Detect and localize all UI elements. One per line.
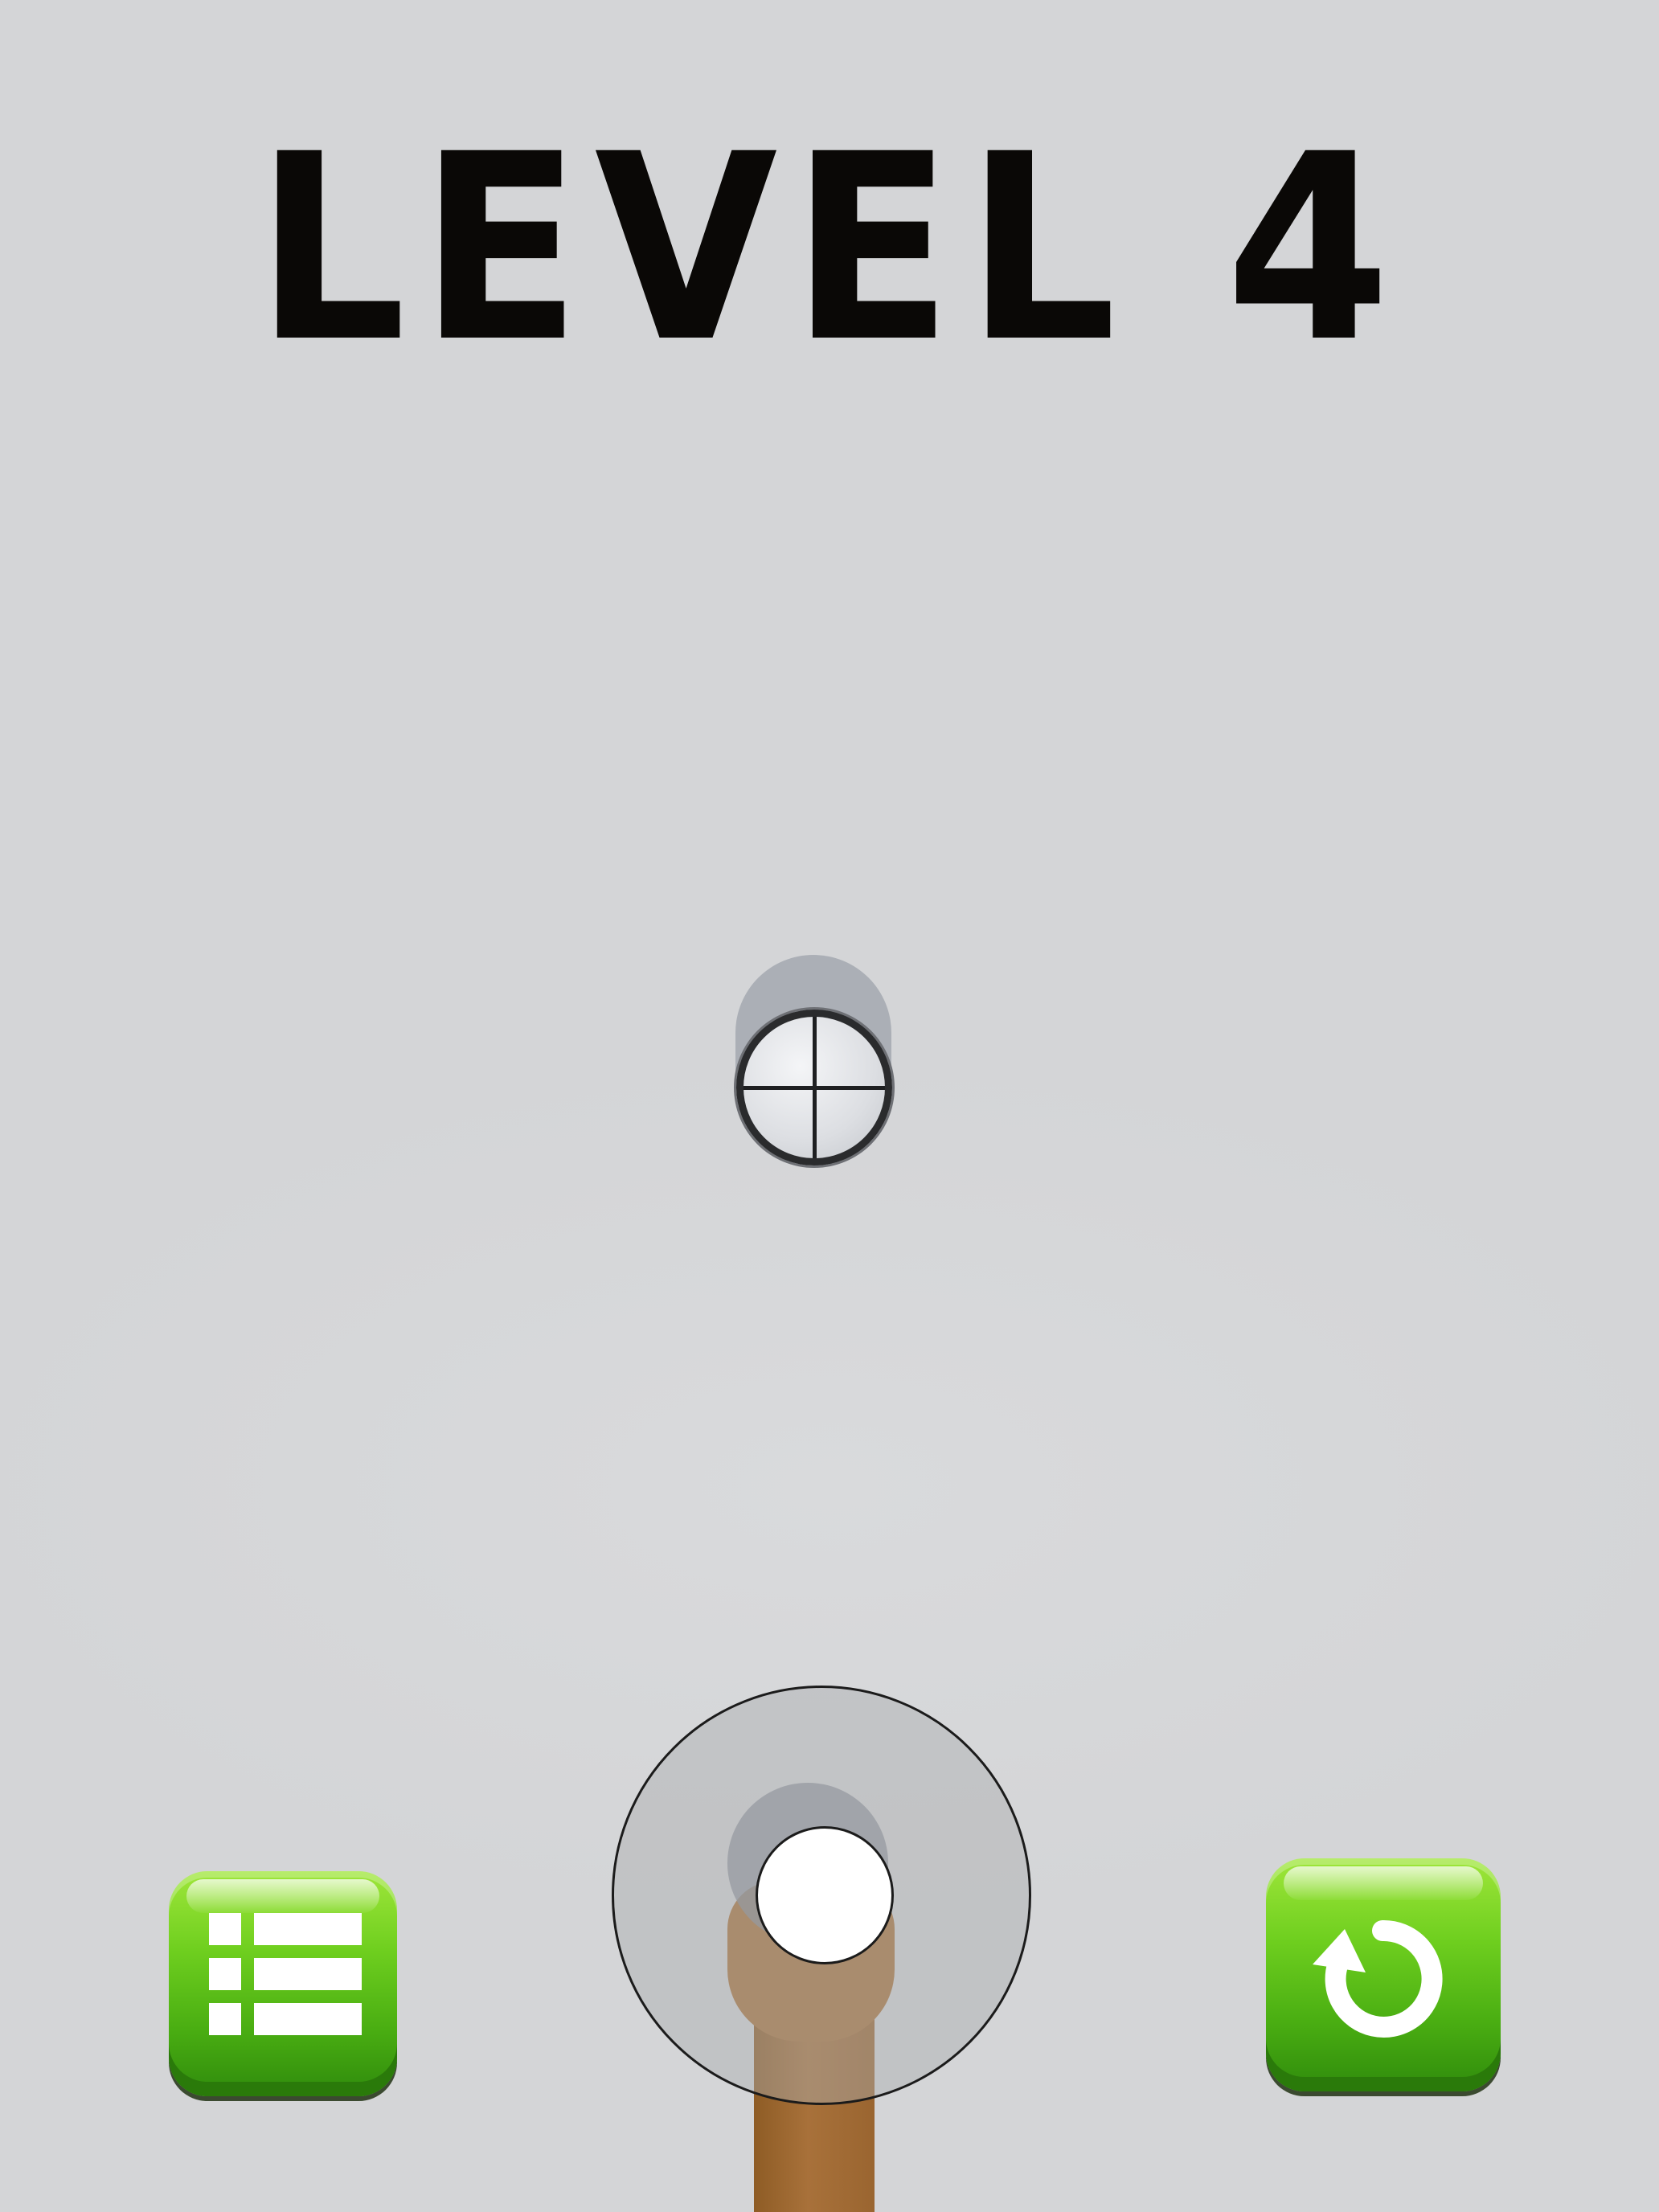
button-gloss xyxy=(1284,1866,1483,1900)
aim-joystick-knob[interactable] xyxy=(756,1826,894,1964)
level-menu-button[interactable] xyxy=(169,1871,397,2096)
restart-icon xyxy=(1313,1919,1443,2038)
restart-button[interactable] xyxy=(1266,1858,1501,2091)
button-gloss xyxy=(186,1879,379,1913)
level-title: LEVEL 4 xyxy=(255,100,1404,399)
crosshair-horizontal-line xyxy=(743,1085,885,1090)
level-list-icon xyxy=(209,1913,362,2035)
crosshair-target xyxy=(736,1010,892,1165)
